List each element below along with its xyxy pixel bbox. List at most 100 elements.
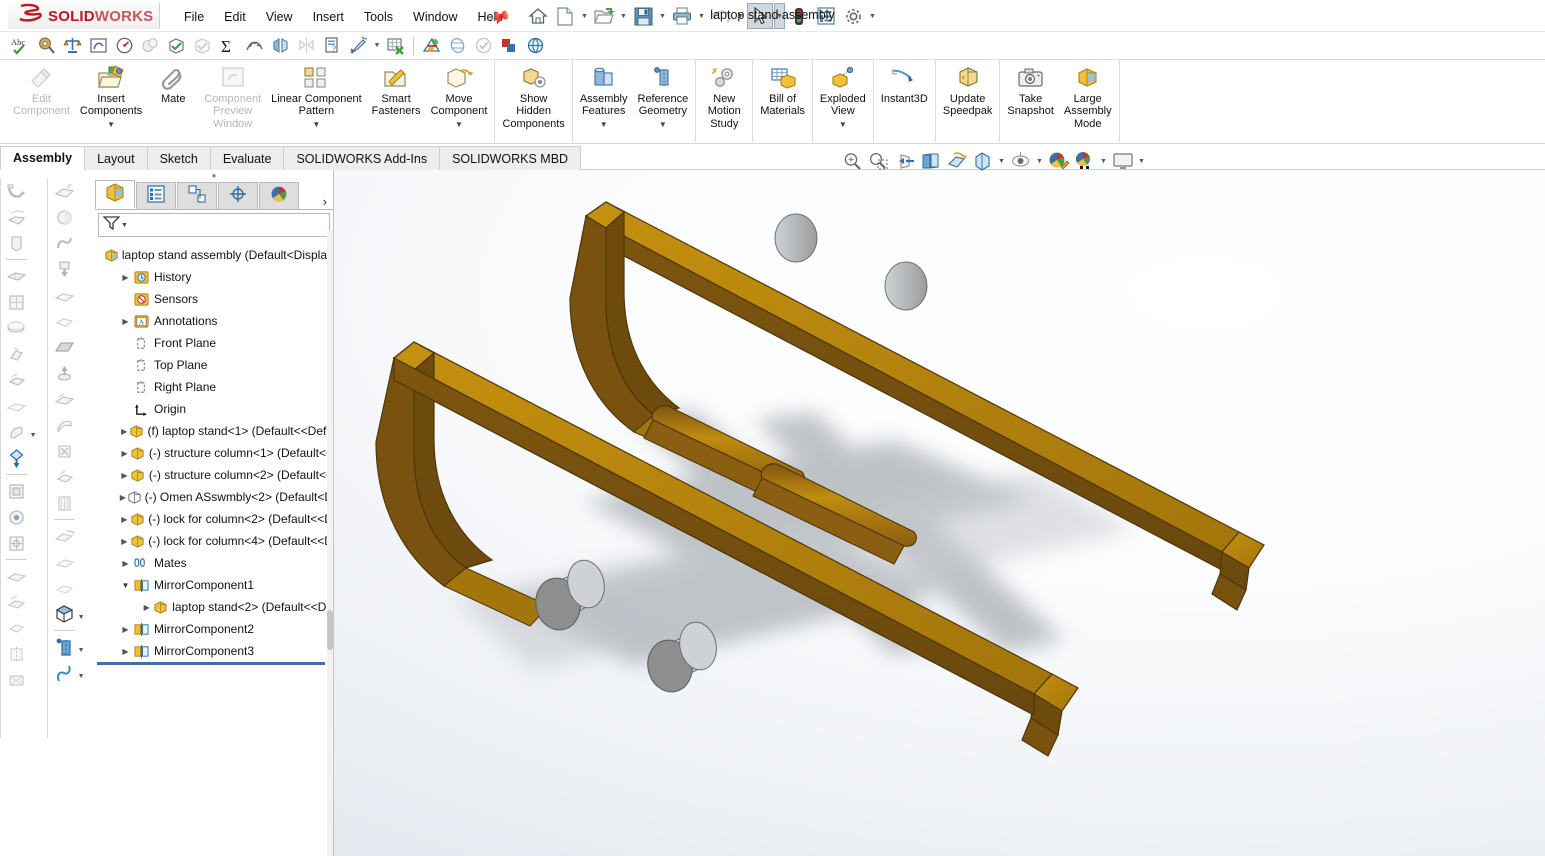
feature-tree-scrollbar[interactable]	[327, 230, 333, 856]
swept-surface-icon[interactable]	[53, 230, 77, 256]
feature-tree-item[interactable]: Origin	[97, 398, 333, 420]
photoview-render-icon[interactable]	[419, 33, 444, 58]
feature-tree-item[interactable]: ▶History	[97, 266, 333, 288]
check-circle-icon[interactable]	[471, 33, 496, 58]
extruded-cut-b-icon[interactable]	[53, 256, 77, 282]
sensor-gauge-icon[interactable]	[112, 33, 137, 58]
fillet-caret-icon[interactable]: ▼	[30, 432, 37, 439]
instant3d-cube-icon[interactable]: ▼	[53, 601, 77, 627]
boundary-cut-icon[interactable]	[5, 393, 29, 419]
extruded-boss-icon[interactable]	[53, 178, 77, 204]
flex-icon[interactable]	[53, 549, 77, 575]
rollback-bar[interactable]	[97, 662, 325, 665]
chevron-right-icon[interactable]: ▶	[119, 537, 130, 546]
chevron-right-icon[interactable]: ▶	[119, 471, 130, 480]
boundary-surface-icon[interactable]	[53, 308, 77, 334]
chevron-right-icon[interactable]: ▶	[119, 559, 132, 568]
edit-component-button[interactable]: Edit Component	[8, 60, 75, 118]
feature-tree-item[interactable]: Sensors	[97, 288, 333, 310]
curves-spline-icon[interactable]: ▼	[53, 660, 77, 686]
edit-appearance-icon[interactable]	[1046, 149, 1071, 173]
exploded-view-caret-icon[interactable]: ▼	[839, 120, 847, 129]
mass-properties-icon[interactable]	[60, 33, 85, 58]
display-style-icon[interactable]	[970, 149, 995, 173]
fillet-icon[interactable]: ▼	[5, 419, 29, 445]
move-face-icon[interactable]	[53, 523, 77, 549]
feature-manager-more-tabs-button[interactable]: ›	[300, 194, 333, 209]
viewport-layout-caret-icon[interactable]: ▼	[1136, 149, 1147, 173]
feature-tree-item[interactable]: laptop stand assembly (Default<Display	[97, 244, 333, 266]
sum-equations-icon[interactable]: Σ	[216, 33, 241, 58]
boundary-boss-icon[interactable]	[5, 230, 29, 256]
instant3d-cube-caret-icon[interactable]: ▼	[78, 614, 85, 621]
chevron-right-icon[interactable]: ▶	[141, 603, 152, 612]
reference-geometry-b-icon[interactable]: ▼	[53, 634, 77, 660]
globe-net-icon[interactable]	[523, 33, 548, 58]
display-manager-tab[interactable]	[259, 182, 299, 209]
hide-show-caret-icon[interactable]: ▼	[1034, 149, 1045, 173]
chevron-right-icon[interactable]: ▶	[119, 625, 132, 634]
linear-component-pattern-button[interactable]: Linear Component Pattern ▼	[266, 60, 367, 129]
laptop-stand-assembly-model[interactable]	[334, 170, 1545, 856]
feature-tree-item[interactable]: ▶AAnnotations	[97, 310, 333, 332]
property-manager-tab[interactable]	[136, 182, 176, 209]
instant3d-button[interactable]: Instant3D	[876, 60, 933, 105]
revolved-boss-icon[interactable]	[53, 204, 77, 230]
extruded-cut-icon[interactable]	[5, 263, 29, 289]
feature-tree-item[interactable]: Front Plane	[97, 332, 333, 354]
bill-of-materials-button[interactable]: Bill of Materials	[755, 60, 810, 118]
ruled-surface-icon[interactable]	[53, 490, 77, 516]
check-geometry-icon[interactable]	[138, 33, 163, 58]
feature-tree-item[interactable]: Right Plane	[97, 376, 333, 398]
feature-tree-item[interactable]: ▶MirrorComponent3	[97, 640, 333, 662]
configuration-manager-tab[interactable]	[177, 182, 217, 209]
zoom-to-fit-icon[interactable]	[840, 149, 865, 173]
report-icon[interactable]: ?	[320, 33, 345, 58]
wrap-icon[interactable]	[5, 563, 29, 589]
linear-pattern-toolbar-icon[interactable]	[5, 445, 29, 471]
filter-caret-icon[interactable]: ▼	[121, 222, 128, 229]
apply-scene-icon[interactable]	[1072, 149, 1097, 173]
dimxpert-manager-tab[interactable]	[218, 182, 258, 209]
chevron-right-icon[interactable]: ▶	[119, 647, 132, 656]
shell-icon[interactable]	[5, 530, 29, 556]
hole-wizard-icon[interactable]	[5, 289, 29, 315]
chevron-right-icon[interactable]: ▶	[119, 427, 129, 436]
zoom-to-area-icon[interactable]	[866, 149, 891, 173]
feature-manager-design-tree-tab[interactable]	[95, 180, 135, 209]
cut-with-surface-icon[interactable]	[53, 438, 77, 464]
clearance-verification-icon[interactable]	[190, 33, 215, 58]
reference-geometry-button[interactable]: Reference Geometry ▼	[633, 60, 694, 129]
take-snapshot-button[interactable]: Take Snapshot	[1002, 60, 1058, 118]
previous-view-icon[interactable]	[892, 149, 917, 173]
feature-tree-item[interactable]: ▶(-) lock for column<4> (Default<<D	[97, 530, 333, 552]
section-properties-icon[interactable]	[86, 33, 111, 58]
intersect-icon[interactable]	[5, 615, 29, 641]
feature-tree-item[interactable]: ▶(-) structure column<1> (Default<<	[97, 442, 333, 464]
chevron-right-icon[interactable]: ▶	[119, 449, 130, 458]
dome-icon[interactable]	[5, 589, 29, 615]
mate-button[interactable]: Mate	[147, 60, 199, 105]
feature-tree-item[interactable]: Top Plane	[97, 354, 333, 376]
planar-surface-icon[interactable]	[53, 334, 77, 360]
measure-icon[interactable]	[34, 33, 59, 58]
thicken-icon[interactable]	[53, 412, 77, 438]
lofted-boss-icon[interactable]	[5, 204, 29, 230]
component-preview-window-button[interactable]: Component Preview Window	[199, 60, 266, 130]
knit-surface-icon[interactable]	[53, 386, 77, 412]
revolved-cut-icon[interactable]	[5, 315, 29, 341]
smart-fasteners-button[interactable]: Smart Fasteners	[367, 60, 426, 118]
move-component-caret-icon[interactable]: ▼	[455, 120, 463, 129]
assembly-features-button[interactable]: Assembly Features ▼	[575, 60, 633, 129]
feature-tree-item[interactable]: ▶MirrorComponent2	[97, 618, 333, 640]
extrude-surface-icon[interactable]	[53, 360, 77, 386]
appearance-swatch-icon[interactable]	[497, 33, 522, 58]
tab-solidworks-add-ins[interactable]: SOLIDWORKS Add-Ins	[283, 146, 440, 170]
symmetry-check-icon[interactable]	[268, 33, 293, 58]
exploded-view-button[interactable]: Exploded View ▼	[815, 60, 871, 129]
reference-geometry-caret-icon[interactable]: ▼	[659, 120, 667, 129]
tab-solidworks-mbd[interactable]: SOLIDWORKS MBD	[439, 146, 581, 170]
apply-scene-caret-icon[interactable]: ▼	[1098, 149, 1109, 173]
lofted-cut-icon[interactable]	[5, 367, 29, 393]
section-view-icon[interactable]	[918, 149, 943, 173]
